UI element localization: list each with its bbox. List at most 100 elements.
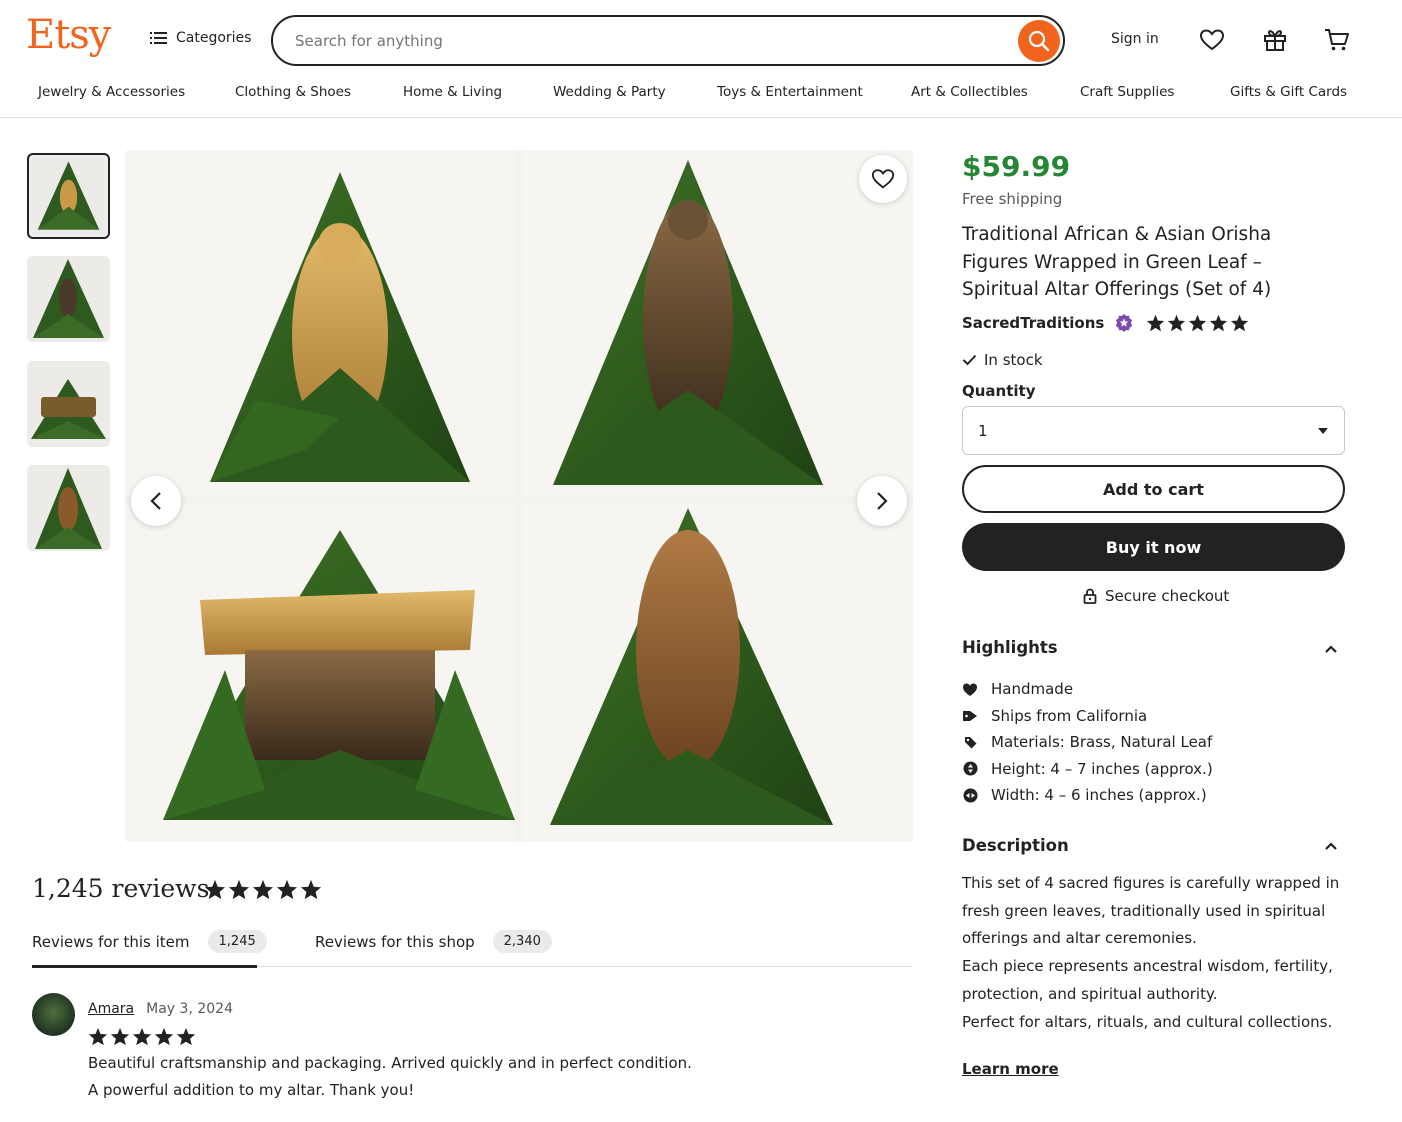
product-main-image[interactable]	[125, 150, 913, 842]
review-line: Beautiful craftsmanship and packaging. A…	[88, 1054, 692, 1072]
nav-toys[interactable]: Toys & Entertainment	[717, 84, 863, 100]
description-body: This set of 4 sacred figures is carefull…	[962, 870, 1342, 1036]
height-icon	[962, 761, 978, 777]
nav-art[interactable]: Art & Collectibles	[911, 84, 1028, 100]
highlight-handmade: Handmade	[962, 676, 1213, 703]
star-icon	[252, 879, 274, 900]
nav-clothing[interactable]: Clothing & Shoes	[235, 84, 351, 100]
stock-status: In stock	[962, 351, 1043, 369]
sign-in-link[interactable]: Sign in	[1111, 31, 1159, 47]
shop-name-link[interactable]: SacredTraditions	[962, 314, 1104, 332]
nav-wedding[interactable]: Wedding & Party	[553, 84, 666, 100]
secure-checkout-label: Secure checkout	[1105, 587, 1230, 605]
nav-craft[interactable]: Craft Supplies	[1080, 84, 1174, 100]
reviews-count: 1,245 reviews	[32, 874, 210, 903]
thumbnail-3[interactable]	[27, 361, 110, 447]
nav-home-living[interactable]: Home & Living	[403, 84, 502, 100]
star-seller-badge-icon	[1116, 314, 1133, 332]
tab-count-badge: 1,245	[207, 930, 267, 953]
search-icon	[1028, 30, 1050, 52]
highlight-height: Height: 4 – 7 inches (approx.)	[962, 756, 1213, 783]
highlight-text: Ships from California	[991, 706, 1148, 725]
next-image-button[interactable]	[857, 476, 907, 526]
leaf-wrapped-stool-thumb	[31, 379, 106, 439]
gift-icon[interactable]	[1262, 27, 1288, 53]
star-icon	[110, 1027, 130, 1046]
quantity-select[interactable]: 1	[962, 406, 1345, 455]
product-photo-collage	[125, 150, 913, 842]
chevron-up-icon[interactable]	[1324, 841, 1338, 851]
favorite-button[interactable]	[859, 155, 907, 203]
star-icon	[228, 879, 250, 900]
highlight-text: Handmade	[991, 680, 1074, 699]
highlights-list: Handmade Ships from California Materials…	[962, 676, 1213, 809]
highlight-text: Width: 4 – 6 inches (approx.)	[991, 786, 1207, 805]
leaf-wrapped-bronze-thumb	[35, 468, 102, 549]
thumbnail-2[interactable]	[27, 256, 110, 342]
menu-icon	[150, 32, 167, 44]
checkmark-icon	[962, 354, 977, 366]
highlight-ships-from: Ships from California	[962, 703, 1213, 730]
review-text: Beautiful craftsmanship and packaging. A…	[88, 1050, 888, 1104]
description-paragraph: This set of 4 sacred figures is carefull…	[962, 874, 1340, 948]
nav-gifts[interactable]: Gifts & Gift Cards	[1230, 84, 1347, 100]
etsy-logo[interactable]: Etsy	[26, 12, 111, 58]
reviewer-name-link[interactable]: Amara	[88, 1001, 134, 1017]
shop-row: SacredTraditions	[962, 313, 1249, 333]
nav-jewelry[interactable]: Jewelry & Accessories	[38, 84, 185, 100]
search-button[interactable]	[1018, 20, 1060, 62]
reviewer-avatar[interactable]	[32, 993, 75, 1036]
star-icon	[300, 879, 322, 900]
reviewer-meta: Amara May 3, 2024	[88, 1001, 233, 1017]
lock-icon	[1083, 588, 1097, 604]
price: $59.99	[962, 150, 1071, 183]
star-icon	[1147, 314, 1165, 332]
tab-count-badge: 2,340	[492, 930, 552, 953]
tab-reviews-item[interactable]: Reviews for this item 1,245	[32, 930, 267, 953]
tab-reviews-shop[interactable]: Reviews for this shop 2,340	[315, 930, 552, 953]
highlight-text: Height: 4 – 7 inches (approx.)	[991, 759, 1213, 778]
tab-label: Reviews for this shop	[315, 932, 475, 951]
add-to-cart-button[interactable]: Add to cart	[962, 465, 1345, 513]
review-date: May 3, 2024	[146, 1001, 233, 1017]
chevron-right-icon	[877, 492, 888, 510]
buy-now-button[interactable]: Buy it now	[962, 523, 1345, 571]
favorites-heart-icon[interactable]	[1199, 27, 1225, 53]
description-heading[interactable]: Description	[962, 836, 1069, 855]
review-line: A powerful addition to my altar. Thank y…	[88, 1081, 415, 1099]
search-bar	[271, 15, 1065, 66]
secure-checkout: Secure checkout	[1083, 587, 1229, 605]
star-icon	[1189, 314, 1207, 332]
learn-more-link[interactable]: Learn more	[962, 1060, 1059, 1078]
chevron-up-icon[interactable]	[1324, 644, 1338, 654]
star-icon	[204, 879, 226, 900]
thumbnail-4[interactable]	[27, 465, 110, 551]
shipping-info: Free shipping	[962, 190, 1063, 208]
highlight-text: Materials: Brass, Natural Leaf	[991, 733, 1213, 752]
star-icon	[1231, 314, 1249, 332]
thumbnail-1[interactable]	[27, 153, 110, 239]
product-title: Traditional African & Asian Orisha Figur…	[962, 224, 1272, 300]
star-icon	[1168, 314, 1186, 332]
stock-label: In stock	[984, 351, 1043, 369]
description-paragraph: Each piece represents ancestral wisdom, …	[962, 957, 1333, 1003]
star-icon	[276, 879, 298, 900]
active-tab-indicator	[32, 965, 257, 968]
star-icon	[88, 1027, 108, 1046]
tag-icon	[962, 708, 978, 724]
tab-label: Reviews for this item	[32, 932, 190, 951]
cart-icon[interactable]	[1324, 27, 1350, 53]
search-input[interactable]	[295, 31, 995, 50]
categories-button[interactable]: Categories	[150, 30, 251, 46]
review-rating-stars	[88, 1027, 196, 1046]
heart-hand-icon	[962, 681, 978, 697]
leaf-wrapped-deity-thumb	[33, 259, 104, 338]
star-icon	[176, 1027, 196, 1046]
star-icon	[132, 1027, 152, 1046]
previous-image-button[interactable]	[131, 476, 181, 526]
materials-icon	[962, 734, 978, 750]
highlights-heading[interactable]: Highlights	[962, 638, 1058, 657]
quantity-value: 1	[978, 421, 988, 440]
caret-down-icon	[1318, 428, 1328, 434]
width-icon	[962, 787, 978, 803]
